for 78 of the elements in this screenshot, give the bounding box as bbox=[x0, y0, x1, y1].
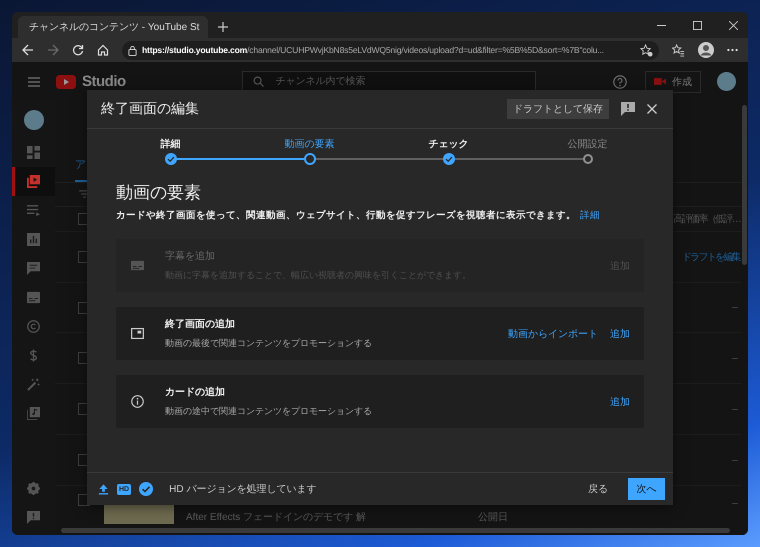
play-logo-icon bbox=[56, 74, 76, 88]
menu-icon[interactable] bbox=[28, 76, 40, 86]
save-draft-button[interactable]: ドラフトとして保存 bbox=[507, 99, 609, 119]
card-action-button[interactable]: 追加 bbox=[610, 392, 630, 410]
subtitles-icon bbox=[27, 291, 40, 304]
step-label[interactable]: 動画の要素 bbox=[284, 137, 334, 151]
profile-icon[interactable] bbox=[698, 42, 714, 58]
music-library-icon bbox=[27, 407, 40, 420]
details-link[interactable]: 詳細 bbox=[580, 210, 600, 221]
column-header: 高評価率（低評… bbox=[674, 212, 740, 226]
help-icon[interactable] bbox=[613, 74, 627, 88]
search-field[interactable]: チャンネル内で検索 bbox=[242, 70, 536, 92]
section-description: カードや終了画面を使って、関連動画、ウェブサイト、行動を促すフレーズを視聴者に表示できます。 詳細 bbox=[116, 209, 601, 222]
card-description: 動画の途中で関連コンテンツをプロモーションする bbox=[165, 405, 373, 418]
table-cell-text: 公開日 bbox=[478, 511, 508, 524]
end-screen-icon bbox=[131, 327, 144, 340]
create-button[interactable]: 作成 bbox=[645, 70, 701, 92]
back-button[interactable]: 戻る bbox=[582, 481, 614, 497]
lock-icon bbox=[128, 44, 137, 56]
sidebar-item[interactable] bbox=[12, 167, 55, 196]
step-current-icon[interactable] bbox=[304, 153, 316, 165]
card-action-button[interactable]: 追加 bbox=[610, 324, 630, 342]
dashboard-icon bbox=[27, 146, 40, 159]
processing-status: HD バージョンを処理しています bbox=[169, 483, 316, 496]
avatar[interactable] bbox=[717, 72, 736, 91]
add-favorite-icon[interactable] bbox=[640, 44, 653, 56]
maximize-icon[interactable] bbox=[693, 21, 702, 30]
card-title: 字幕を追加 bbox=[165, 250, 216, 263]
check-circle-icon bbox=[139, 482, 154, 496]
close-icon[interactable] bbox=[647, 104, 657, 114]
step-label[interactable]: 詳細 bbox=[160, 137, 180, 151]
close-window-icon[interactable] bbox=[729, 21, 738, 30]
dialog-title: 終了画面の編集 bbox=[101, 100, 199, 118]
table-cell-text: – bbox=[732, 302, 738, 314]
new-tab-icon[interactable] bbox=[218, 22, 228, 32]
table-cell-text: – bbox=[732, 498, 738, 510]
table-cell-text: – bbox=[732, 352, 738, 364]
browser-tab[interactable]: チャンネルのコンテンツ - YouTube St bbox=[18, 16, 208, 38]
table-cell-text: – bbox=[732, 404, 738, 415]
card-title: 終了画面の追加 bbox=[165, 318, 236, 331]
feedback-icon[interactable] bbox=[621, 102, 635, 116]
horizontal-scrollbar[interactable] bbox=[61, 528, 730, 533]
studio-logo-text: Studio bbox=[82, 73, 126, 90]
magic-wand-icon bbox=[27, 378, 40, 391]
back-arrow-icon[interactable] bbox=[22, 44, 34, 56]
card-title: カードの追加 bbox=[165, 386, 226, 399]
dollar-icon bbox=[27, 349, 40, 362]
playlist-icon bbox=[27, 204, 40, 217]
url-text: https://studio.youtube.com/channel/UCUHPWvjKbN8s5eLVdWQ5nig/videos/upload?d=ud&filter=%5B%5D&sort=%7B"colu... bbox=[142, 45, 605, 55]
more-icon[interactable] bbox=[727, 48, 738, 52]
channel-avatar[interactable] bbox=[24, 110, 44, 130]
table-cell-text: – bbox=[732, 454, 738, 466]
reload-icon[interactable] bbox=[72, 44, 84, 56]
video-camera-icon bbox=[654, 77, 666, 86]
analytics-icon bbox=[27, 233, 40, 246]
comments-icon bbox=[27, 262, 40, 275]
tab-title: チャンネルのコンテンツ - YouTube St bbox=[29, 21, 200, 34]
step-label[interactable]: チェック bbox=[428, 137, 468, 151]
card-description: 動画の最後で関連コンテンツをプロモーションする bbox=[165, 337, 373, 350]
video-library-icon bbox=[27, 175, 40, 188]
copyright-icon bbox=[27, 320, 40, 333]
step-label[interactable]: 公開設定 bbox=[568, 137, 608, 151]
filter-icon[interactable] bbox=[79, 190, 90, 198]
info-icon bbox=[131, 395, 144, 408]
step-check-icon[interactable] bbox=[442, 153, 454, 165]
step-pending-icon[interactable] bbox=[582, 154, 592, 164]
step-check-icon[interactable] bbox=[164, 153, 176, 165]
card-action-button[interactable]: 動画からインポート bbox=[508, 324, 598, 342]
subtitles-icon bbox=[131, 259, 144, 272]
vertical-scrollbar[interactable] bbox=[742, 105, 747, 265]
favorites-icon[interactable] bbox=[672, 44, 685, 56]
section-heading: 動画の要素 bbox=[116, 182, 202, 204]
search-icon bbox=[252, 76, 264, 87]
settings-icon[interactable] bbox=[27, 482, 40, 495]
address-bar[interactable]: https://studio.youtube.com/channel/UCUHPWvjKbN8s5eLVdWQ5nig/videos/upload?d=ud&filter=%5B%5D&sort=%7B"colu... bbox=[122, 40, 659, 60]
home-icon[interactable] bbox=[97, 44, 109, 56]
next-button[interactable]: 次へ bbox=[628, 478, 665, 500]
upload-icon bbox=[98, 483, 109, 495]
